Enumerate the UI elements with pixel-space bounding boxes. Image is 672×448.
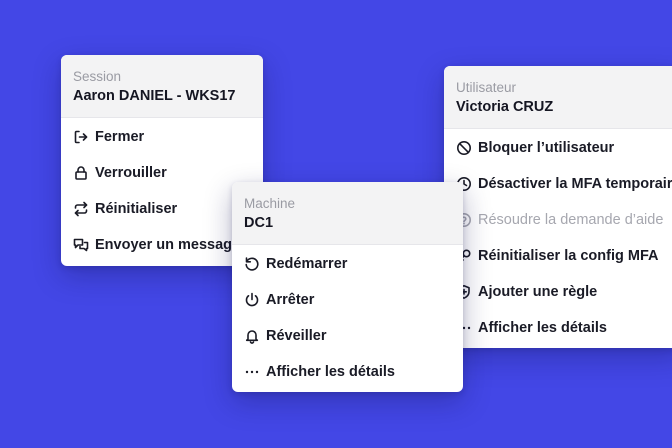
menu-item-bloquer-utilisateur[interactable]: Bloquer l’utilisateur bbox=[444, 130, 672, 166]
menu-item-reveiller[interactable]: Réveiller bbox=[232, 318, 463, 354]
menu-item-label: Désactiver la MFA temporairement bbox=[478, 176, 672, 192]
menu-item-fermer[interactable]: Fermer bbox=[61, 119, 263, 155]
menu-item-label: Réinitialiser bbox=[95, 201, 178, 217]
menu-item-ajouter-regle[interactable]: Ajouter une règle bbox=[444, 274, 672, 310]
logout-icon bbox=[73, 129, 89, 145]
user-menu-header: Utilisateur Victoria CRUZ bbox=[444, 66, 672, 129]
menu-item-label: Bloquer l’utilisateur bbox=[478, 140, 615, 156]
bell-icon bbox=[244, 328, 260, 344]
session-menu-label: Session bbox=[73, 69, 122, 84]
menu-item-label: Envoyer un message bbox=[95, 237, 241, 253]
menu-item-label: Ajouter une règle bbox=[478, 284, 598, 300]
menu-item-arreter[interactable]: Arrêter bbox=[232, 282, 463, 318]
machine-menu-label: Machine bbox=[244, 196, 296, 211]
menu-item-label: Verrouiller bbox=[95, 165, 167, 181]
user-context-menu: Utilisateur Victoria CRUZ Bloquer l’util… bbox=[444, 66, 672, 348]
menu-item-afficher-details-machine[interactable]: Afficher les détails bbox=[232, 354, 463, 390]
menu-item-label: Afficher les détails bbox=[266, 364, 395, 380]
machine-menu-title: DC1 bbox=[244, 215, 274, 231]
menu-item-label: Afficher les détails bbox=[478, 320, 607, 336]
menu-item-label: Réinitialiser la config MFA bbox=[478, 248, 659, 264]
menu-item-label: Fermer bbox=[95, 129, 145, 145]
power-icon bbox=[244, 292, 260, 308]
menu-item-label: Réveiller bbox=[266, 328, 327, 344]
user-menu-title: Victoria CRUZ bbox=[456, 99, 554, 115]
menu-item-desactiver-mfa[interactable]: Désactiver la MFA temporairement bbox=[444, 166, 672, 202]
menu-item-label: Résoudre la demande d’aide bbox=[478, 212, 664, 228]
restart-icon bbox=[244, 256, 260, 272]
session-menu-header: Session Aaron DANIEL - WKS17 bbox=[61, 55, 263, 118]
session-menu-title: Aaron DANIEL - WKS17 bbox=[73, 88, 236, 104]
menu-item-redemarrer[interactable]: Redémarrer bbox=[232, 246, 463, 282]
menu-item-resoudre-demande-aide: Résoudre la demande d’aide bbox=[444, 202, 672, 238]
machine-context-menu: Machine DC1 Redémarrer Arrêter Réveiller bbox=[232, 182, 463, 392]
menu-item-label: Redémarrer bbox=[266, 256, 348, 272]
messages-icon bbox=[73, 237, 89, 253]
ellipsis-icon bbox=[244, 364, 260, 380]
menu-item-afficher-details-utilisateur[interactable]: Afficher les détails bbox=[444, 310, 672, 346]
lock-icon bbox=[73, 165, 89, 181]
machine-menu-header: Machine DC1 bbox=[232, 182, 463, 245]
block-icon bbox=[456, 140, 472, 156]
menu-item-label: Arrêter bbox=[266, 292, 315, 308]
reset-arrows-icon bbox=[73, 201, 89, 217]
user-menu-label: Utilisateur bbox=[456, 80, 517, 95]
menu-item-reinitialiser-config-mfa[interactable]: Réinitialiser la config MFA bbox=[444, 238, 672, 274]
